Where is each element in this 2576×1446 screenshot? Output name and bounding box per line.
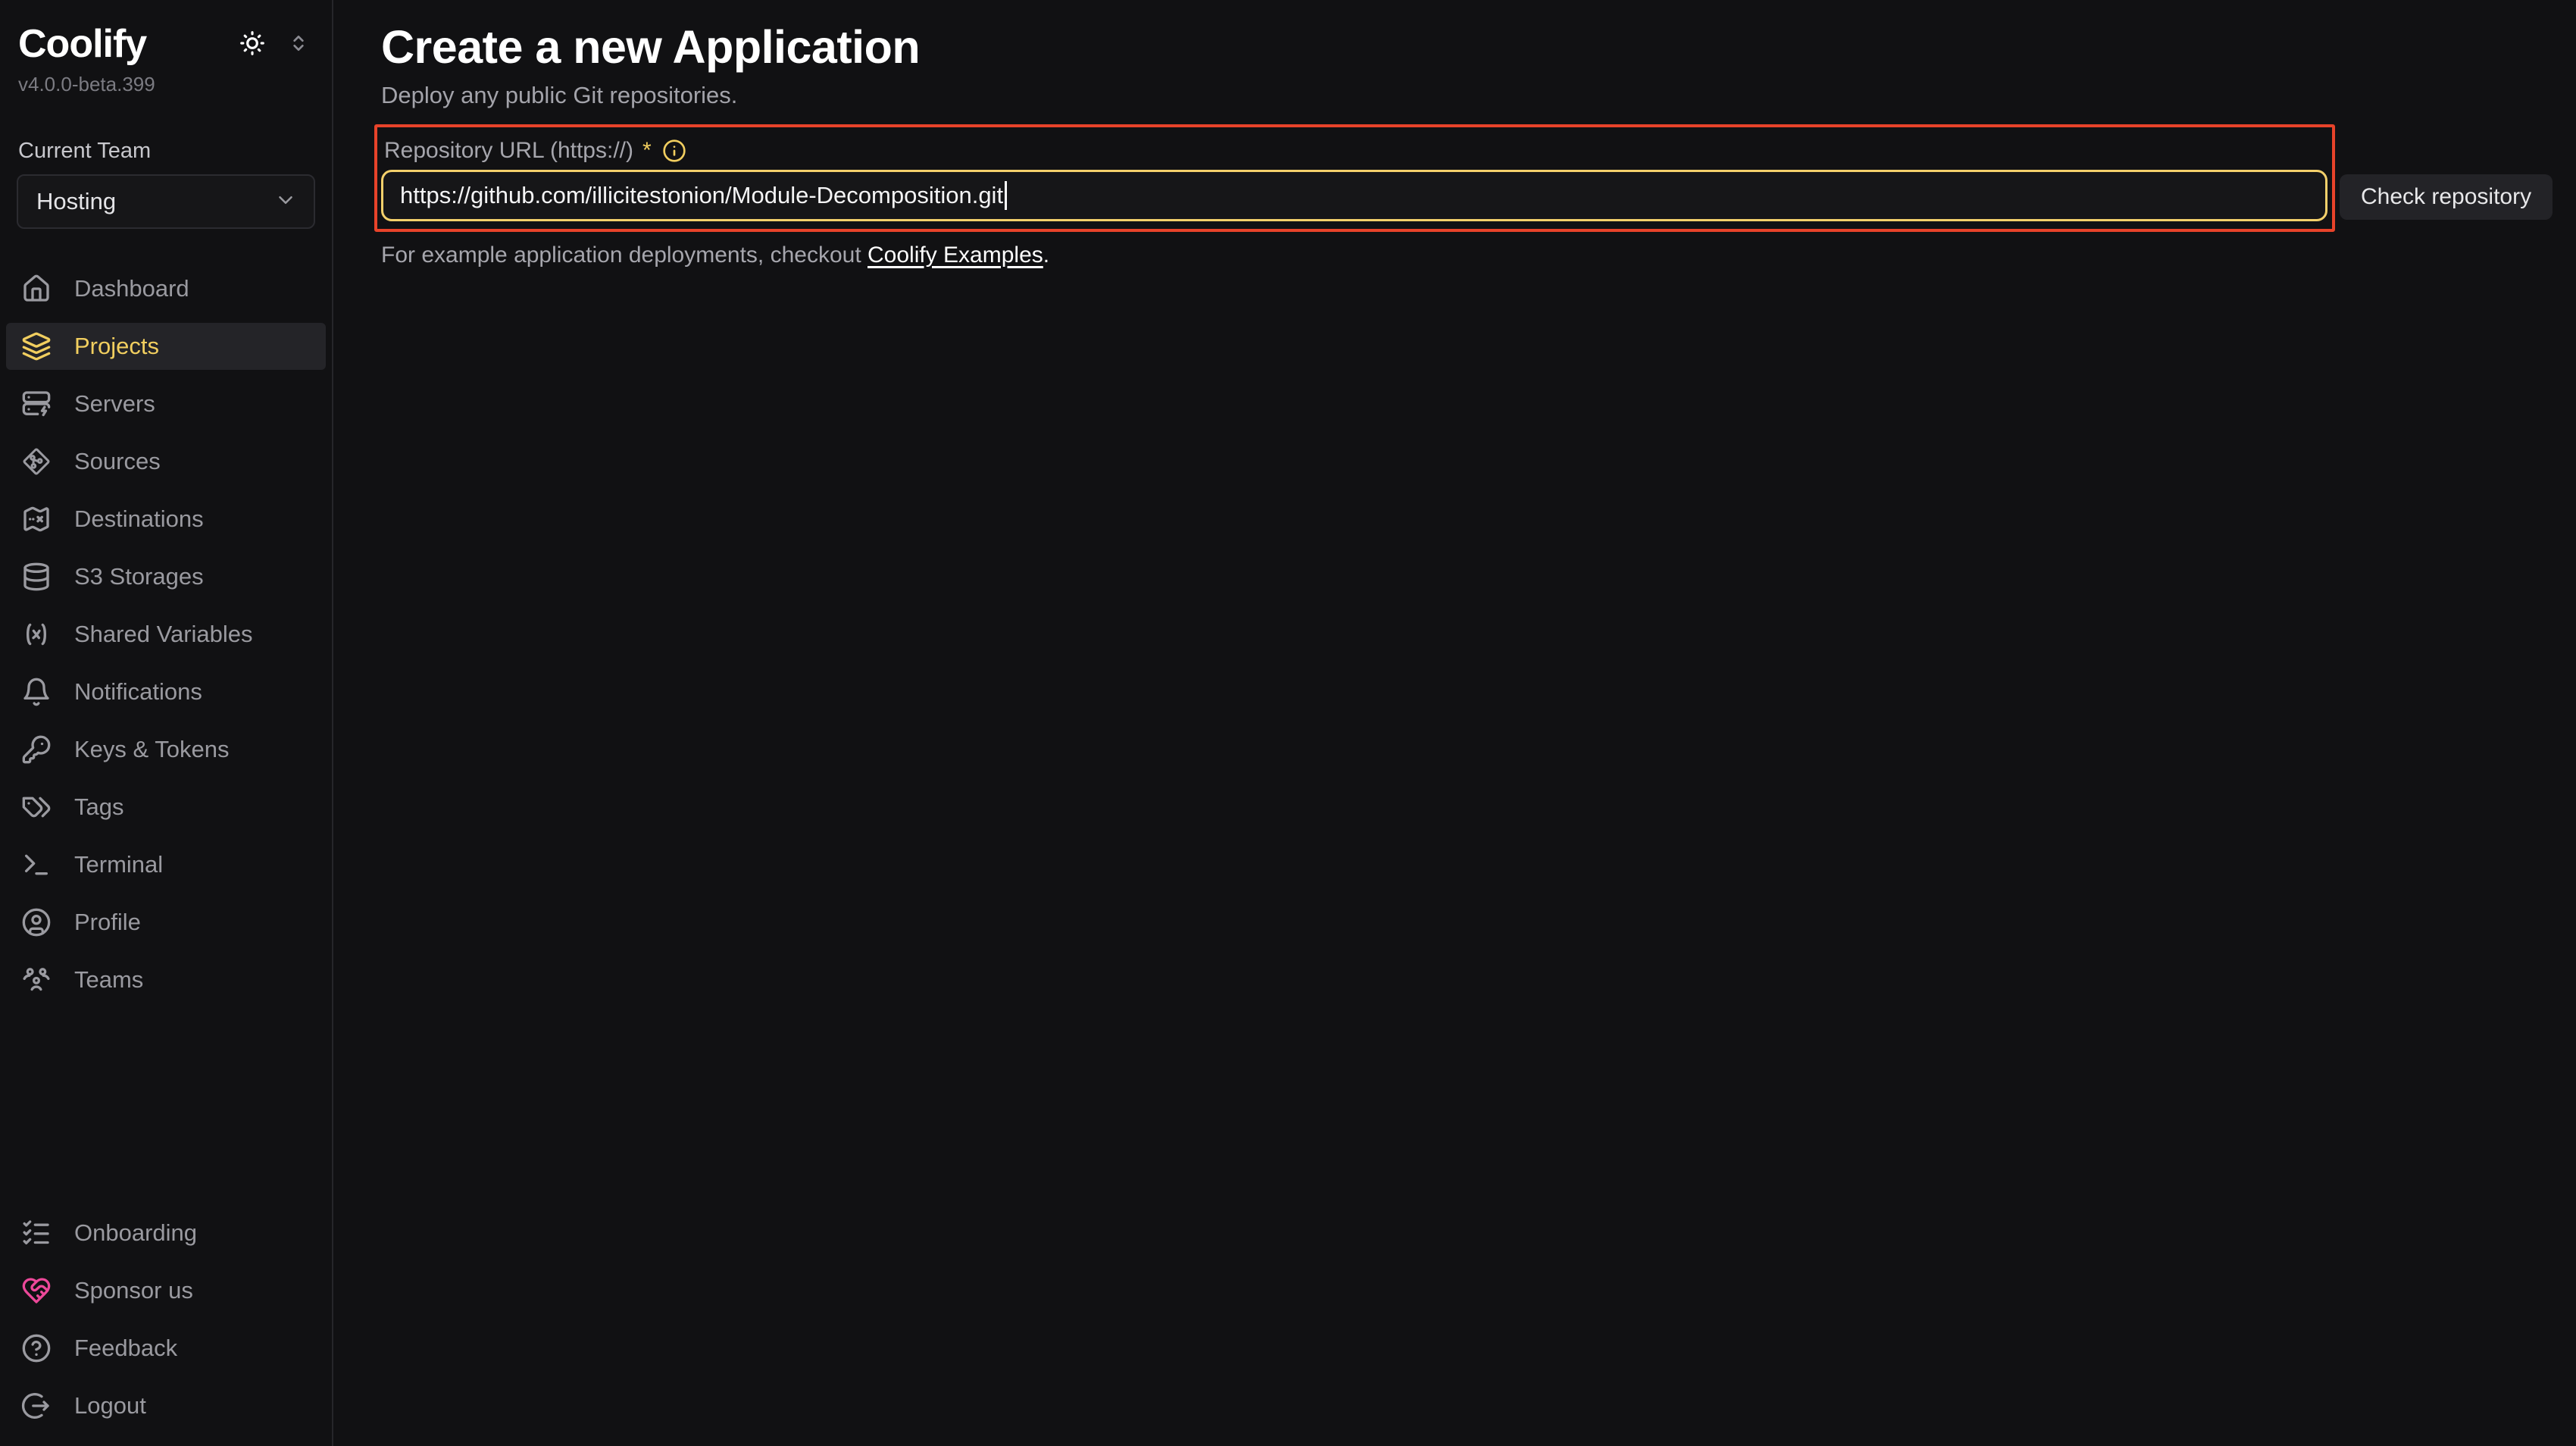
sidebar-item-label: Tags — [74, 793, 123, 821]
sidebar-item-label: Projects — [74, 333, 159, 360]
map-icon — [21, 504, 52, 534]
sidebar-item-label: Servers — [74, 390, 155, 418]
sidebar-item-label: Notifications — [74, 678, 202, 706]
terminal-icon — [21, 850, 52, 880]
user-circle-icon — [21, 907, 52, 937]
coolify-examples-link[interactable]: Coolify Examples — [868, 243, 1043, 268]
sidebar-item-label: Shared Variables — [74, 621, 253, 648]
sidebar-item-label: Teams — [74, 966, 143, 994]
check-repository-button[interactable]: Check repository — [2340, 174, 2553, 220]
text-caret — [1005, 181, 1007, 210]
app-logo: Coolify — [18, 21, 146, 67]
tags-icon — [21, 792, 52, 822]
sidebar-item-label: Destinations — [74, 505, 204, 533]
app-version: v4.0.0-beta.399 — [6, 67, 326, 96]
repository-url-label: Repository URL (https://) — [384, 138, 633, 164]
sidebar-nav: Dashboard Projects Server — [6, 265, 326, 1014]
helper-prefix: For example application deployments, che… — [381, 243, 868, 268]
attention-highlight-box: Repository URL (https://) * https://gith… — [374, 124, 2335, 232]
database-icon — [21, 562, 52, 592]
sidebar-item-onboarding[interactable]: Onboarding — [6, 1210, 326, 1257]
sidebar-item-feedback[interactable]: Feedback — [6, 1325, 326, 1372]
braces-x-icon — [21, 619, 52, 649]
sidebar-item-teams[interactable]: Teams — [6, 956, 326, 1003]
layers-icon — [21, 331, 52, 362]
server-icon — [21, 389, 52, 419]
theme-toggle-button[interactable] — [238, 29, 267, 60]
sidebar-item-sponsor-us[interactable]: Sponsor us — [6, 1267, 326, 1314]
sidebar-item-label: Onboarding — [74, 1219, 197, 1247]
repository-url-input[interactable]: https://github.com/illicitestonion/Modul… — [381, 170, 2327, 221]
sidebar-item-label: Profile — [74, 909, 141, 936]
repository-url-value: https://github.com/illicitestonion/Modul… — [400, 182, 1003, 209]
sidebar-item-tags[interactable]: Tags — [6, 784, 326, 831]
help-circle-icon — [21, 1333, 52, 1363]
users-icon — [21, 965, 52, 995]
sidebar-item-label: Logout — [74, 1392, 146, 1419]
heart-handshake-icon — [21, 1275, 52, 1306]
sidebar-item-profile[interactable]: Profile — [6, 899, 326, 946]
team-select[interactable]: Hosting — [17, 174, 315, 229]
sidebar-item-projects[interactable]: Projects — [6, 323, 326, 370]
key-icon — [21, 734, 52, 765]
chevrons-up-down-icon — [286, 31, 311, 58]
sidebar-item-sources[interactable]: Sources — [6, 438, 326, 485]
page-title: Create a new Application — [381, 20, 2576, 74]
sidebar-item-label: Feedback — [74, 1335, 177, 1362]
sidebar-item-shared-variables[interactable]: Shared Variables — [6, 611, 326, 658]
bell-icon — [21, 677, 52, 707]
sidebar-item-keys-tokens[interactable]: Keys & Tokens — [6, 726, 326, 773]
sidebar-collapse-button[interactable] — [286, 31, 311, 58]
repository-url-label-row: Repository URL (https://) * — [384, 138, 2327, 164]
sidebar-item-dashboard[interactable]: Dashboard — [6, 265, 326, 312]
logout-icon — [21, 1391, 52, 1421]
repository-form-row: Repository URL (https://) * https://gith… — [374, 124, 2576, 232]
git-diamond-icon — [21, 446, 52, 477]
helper-text: For example application deployments, che… — [381, 243, 2576, 268]
chevron-down-icon — [274, 189, 297, 215]
main-content: Create a new Application Deploy any publ… — [333, 0, 2576, 1446]
current-team-label: Current Team — [6, 96, 326, 164]
info-icon[interactable] — [662, 139, 686, 163]
sidebar-item-servers[interactable]: Servers — [6, 380, 326, 427]
sidebar-item-label: S3 Storages — [74, 563, 204, 590]
required-asterisk: * — [642, 138, 652, 164]
sidebar-item-label: Sponsor us — [74, 1277, 193, 1304]
sidebar-item-label: Keys & Tokens — [74, 736, 229, 763]
sidebar-item-label: Dashboard — [74, 275, 189, 302]
home-icon — [21, 274, 52, 304]
sidebar-item-terminal[interactable]: Terminal — [6, 841, 326, 888]
page-subtitle: Deploy any public Git repositories. — [381, 80, 2576, 111]
team-select-value: Hosting — [36, 188, 116, 215]
sidebar-item-label: Sources — [74, 448, 161, 475]
sun-icon — [238, 29, 267, 60]
helper-suffix: . — [1043, 243, 1049, 268]
sidebar: Coolify v4.0.0-beta.399 Current Te — [0, 0, 333, 1446]
sidebar-item-destinations[interactable]: Destinations — [6, 496, 326, 543]
sidebar-header: Coolify — [6, 21, 326, 67]
sidebar-item-label: Terminal — [74, 851, 163, 878]
sidebar-footer-nav: Onboarding Sponsor us Feedback — [6, 1210, 326, 1441]
sidebar-item-logout[interactable]: Logout — [6, 1382, 326, 1429]
sidebar-item-s3-storages[interactable]: S3 Storages — [6, 553, 326, 600]
sidebar-item-notifications[interactable]: Notifications — [6, 668, 326, 715]
checklist-icon — [21, 1218, 52, 1248]
